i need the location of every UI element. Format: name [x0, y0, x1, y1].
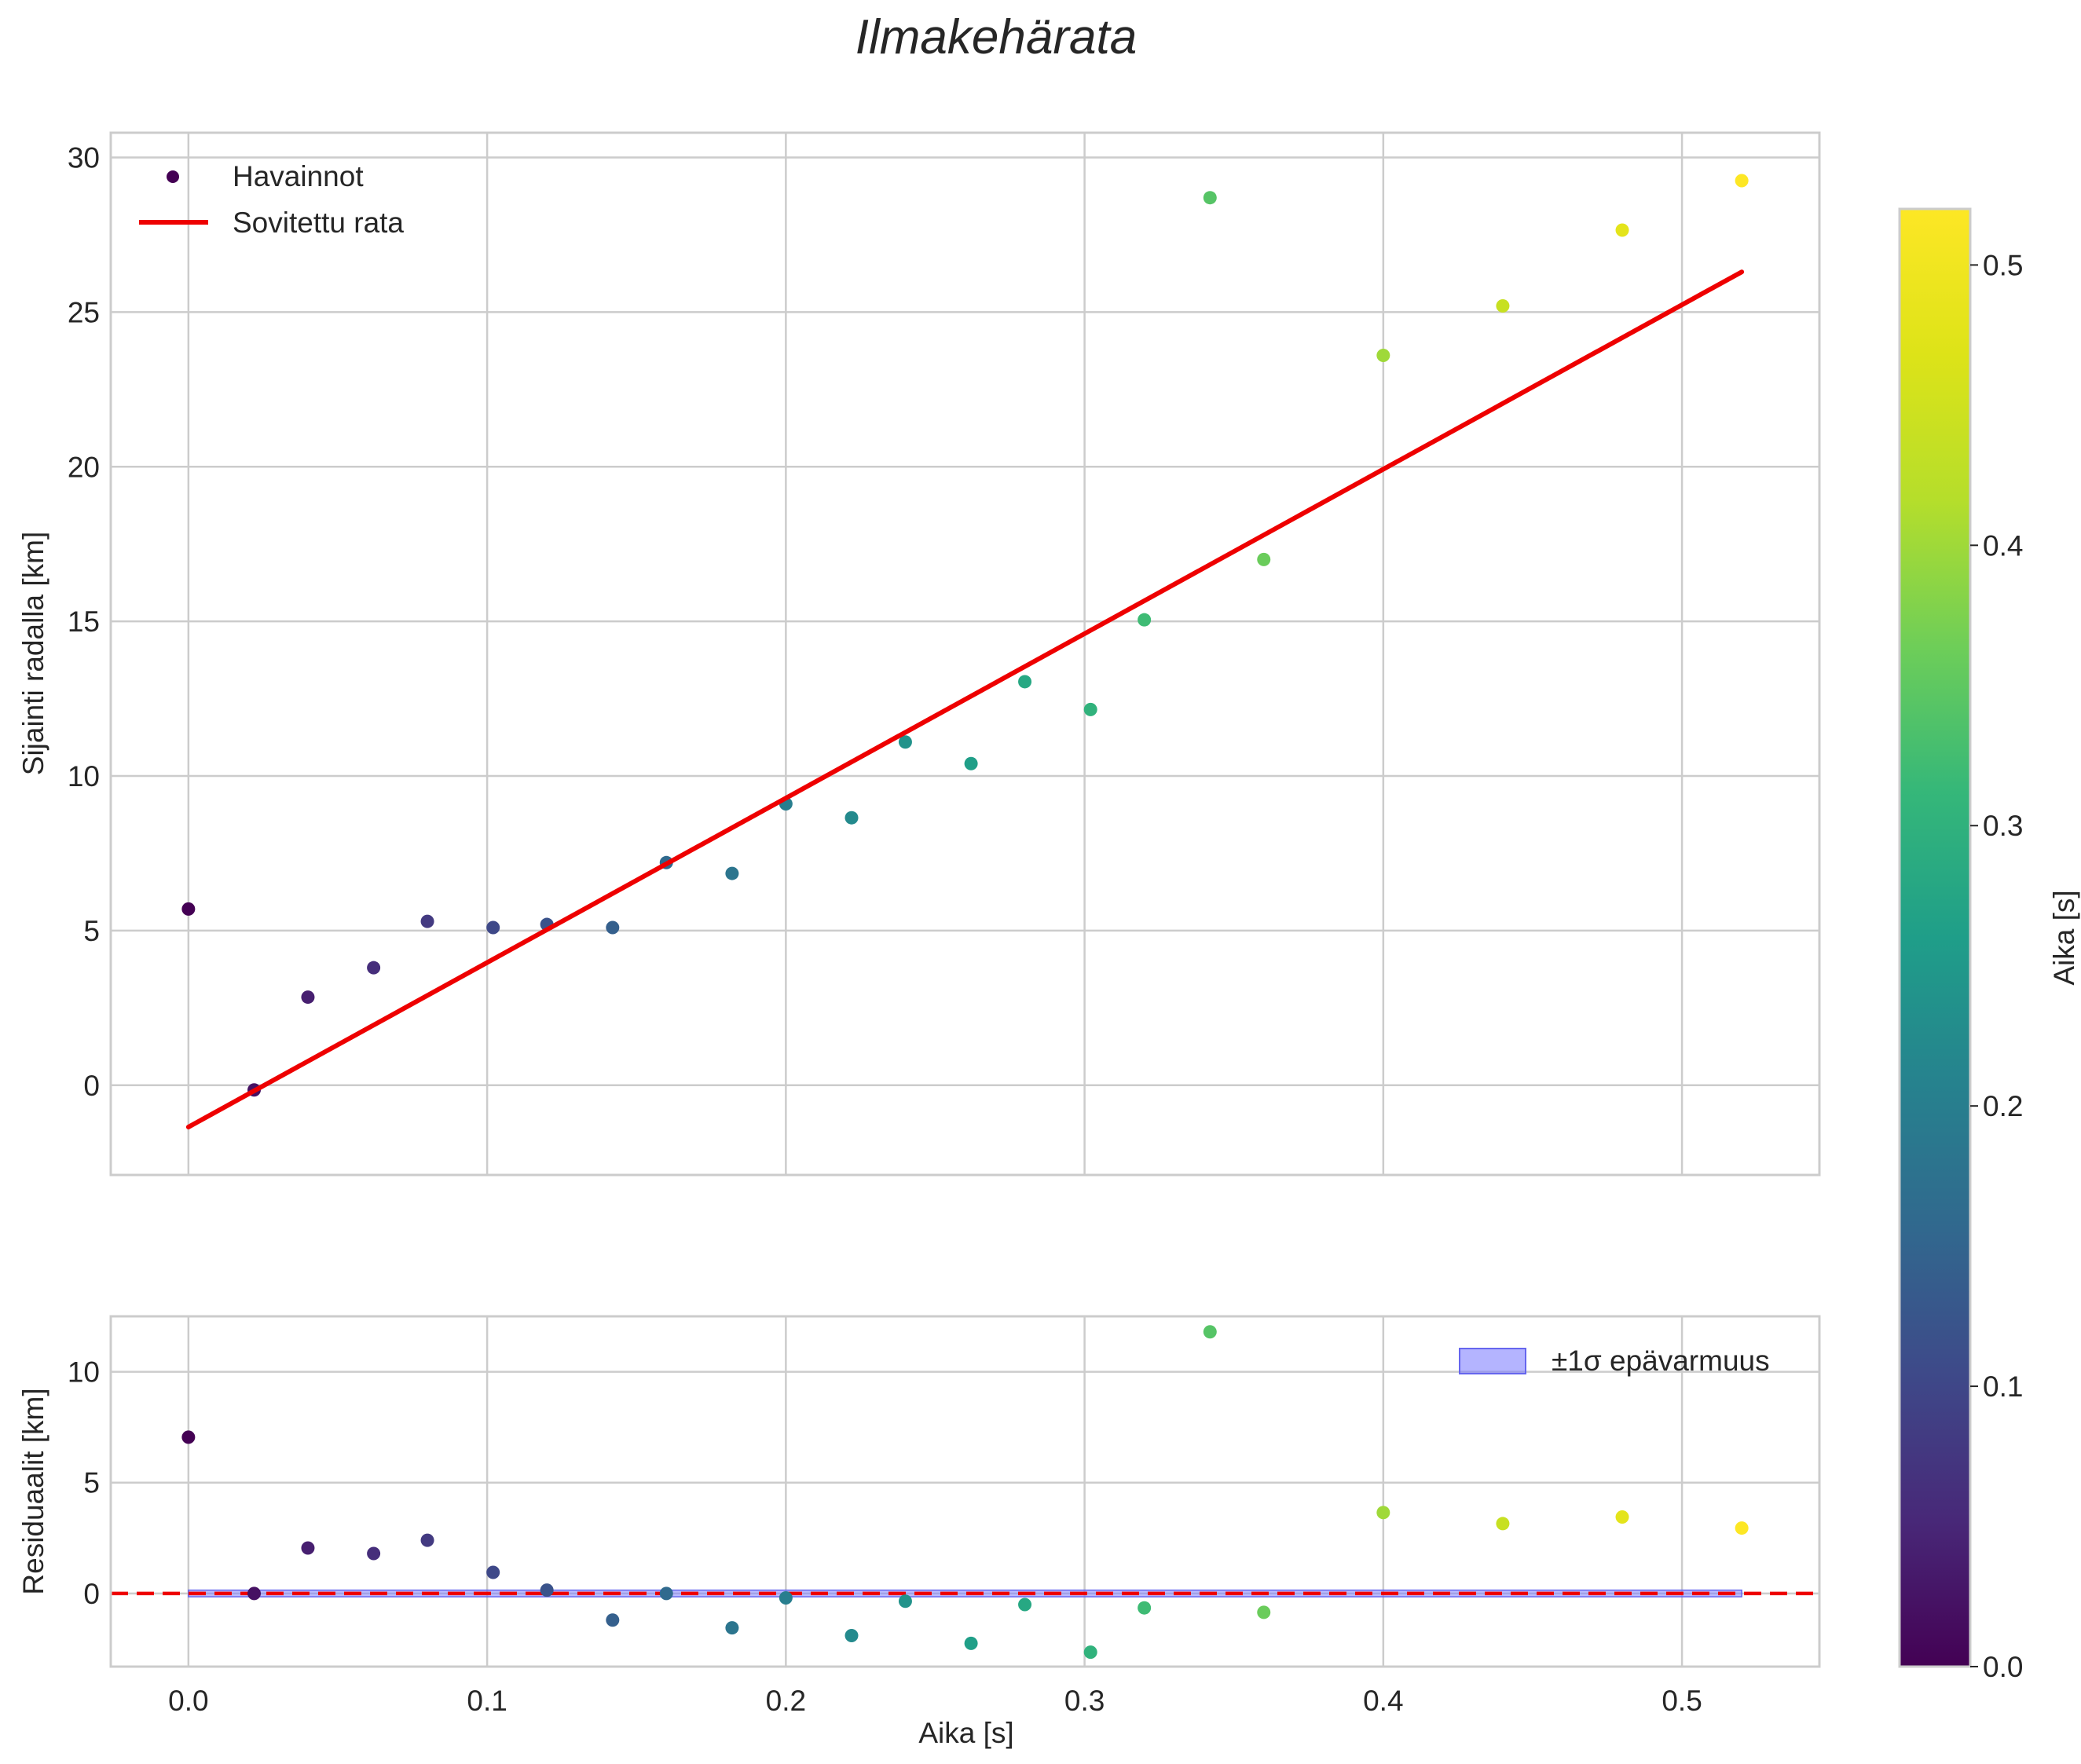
legend-marker-havainnot — [167, 170, 179, 183]
top-data-point — [1083, 702, 1097, 716]
bottom-data-point — [1496, 1517, 1510, 1531]
top-legend: Havainnot Sovitettu rata — [139, 160, 404, 239]
bottom-xtick-label: 0.0 — [168, 1685, 208, 1717]
bottom-data-point — [606, 1613, 620, 1627]
bottom-xtick-label: 0.5 — [1662, 1685, 1702, 1717]
top-data-point — [1203, 191, 1217, 205]
top-panel: 0 5 10 15 20 25 30 Sijainti radalla [km] Havai… — [17, 131, 1821, 1177]
top-data-point — [420, 914, 434, 928]
bottom-ytick-label: 5 — [83, 1467, 100, 1499]
top-data-point — [1496, 299, 1510, 313]
uncertainty-band — [188, 1589, 1742, 1597]
top-tick-labels: 0 5 10 15 20 25 30 — [68, 142, 100, 1102]
bottom-data-point — [367, 1546, 381, 1561]
colorbar-tick-label: 0.3 — [1983, 810, 2023, 842]
bottom-data-point — [725, 1621, 739, 1635]
legend-label-havainnot: Havainnot — [233, 160, 364, 192]
top-data-point — [301, 990, 315, 1005]
top-data-point — [1138, 613, 1152, 627]
bottom-panel: 0.0 0.1 0.2 0.3 0.4 0.50510 Residuaalit [km] … — [17, 1315, 1821, 1749]
bottom-data-point — [486, 1565, 500, 1579]
colorbar-ticks: 0.0 0.1 0.2 0.3 0.4 0.5 — [1970, 249, 2023, 1683]
top-data-point — [844, 811, 859, 825]
colorbar-gradient — [1898, 207, 1972, 1668]
bottom-data-point — [301, 1541, 315, 1555]
bottom-data-point — [247, 1587, 262, 1601]
top-data-point — [367, 961, 381, 975]
bottom-data-point — [420, 1533, 434, 1547]
bottom-ytick-label: 0 — [83, 1578, 100, 1610]
top-ytick-label: 15 — [68, 606, 100, 638]
top-data-point — [725, 866, 739, 880]
bottom-xlabel: Aika [s] — [918, 1717, 1013, 1749]
bottom-xtick-label: 0.4 — [1363, 1685, 1403, 1717]
top-axes-frame — [109, 131, 1821, 1177]
top-ytick-label: 25 — [68, 296, 100, 328]
top-data-point — [181, 902, 196, 916]
bottom-data-point — [1203, 1325, 1217, 1339]
bottom-data-point — [1735, 1521, 1749, 1535]
bottom-data-point — [844, 1628, 859, 1642]
top-ytick-label: 20 — [68, 451, 100, 483]
bottom-data-point — [1018, 1597, 1032, 1612]
figure: Ilmakehärata 0 5 10 15 20 25 30 Sijainti radal… — [17, 10, 2080, 1749]
fit-line — [185, 269, 1745, 1129]
bottom-data-point — [1083, 1645, 1097, 1660]
top-data-point — [486, 920, 500, 935]
top-ytick-label: 10 — [68, 760, 100, 792]
bottom-data-point — [779, 1590, 793, 1605]
top-data-point — [1615, 223, 1629, 237]
colorbar-tick-label: 0.0 — [1983, 1651, 2023, 1683]
top-data-point — [1376, 349, 1390, 363]
legend-marker-band — [1459, 1348, 1526, 1374]
top-data-point — [964, 756, 978, 770]
bottom-xtick-label: 0.3 — [1064, 1685, 1105, 1717]
top-data-point — [606, 920, 620, 935]
bottom-data-point — [964, 1636, 978, 1650]
bottom-data-point — [659, 1587, 673, 1601]
bottom-legend: ±1σ epävarmuus — [1459, 1345, 1770, 1377]
legend-label-fit: Sovitettu rata — [233, 207, 404, 239]
bottom-data-point — [1376, 1506, 1390, 1520]
chart-title: Ilmakehärata — [855, 10, 1137, 64]
colorbar-label: Aika [s] — [2048, 890, 2080, 985]
top-ytick-label: 5 — [83, 915, 100, 947]
top-data-point — [1735, 174, 1749, 188]
legend-label-band: ±1σ epävarmuus — [1552, 1345, 1770, 1377]
colorbar: 0.0 0.1 0.2 0.3 0.4 0.5 Aika [s] — [1898, 207, 2080, 1683]
colorbar-tick-label: 0.4 — [1983, 529, 2023, 562]
bottom-data-point — [1257, 1605, 1271, 1619]
bottom-data-point — [898, 1594, 912, 1608]
bottom-data-point — [540, 1583, 554, 1597]
top-ytick-label: 0 — [83, 1070, 100, 1102]
bottom-xtick-label: 0.1 — [467, 1685, 507, 1717]
bottom-data-point — [1615, 1510, 1629, 1524]
bottom-data-point — [1138, 1601, 1152, 1615]
colorbar-tick-label: 0.5 — [1983, 249, 2023, 281]
colorbar-tick-label: 0.1 — [1983, 1371, 2023, 1403]
top-ylabel: Sijainti radalla [km] — [17, 532, 49, 776]
top-ytick-label: 30 — [68, 142, 100, 174]
top-marks — [181, 174, 1749, 1129]
top-data-point — [1018, 675, 1032, 689]
bottom-ytick-label: 10 — [68, 1356, 100, 1389]
bottom-xtick-label: 0.2 — [766, 1685, 806, 1717]
top-grid — [111, 133, 1819, 1175]
top-data-point — [1257, 552, 1271, 566]
colorbar-tick-label: 0.2 — [1983, 1090, 2023, 1122]
bottom-tick-labels: 0.0 0.1 0.2 0.3 0.4 0.5 0 5 10 — [68, 1356, 1702, 1717]
bottom-data-point — [181, 1430, 196, 1444]
bottom-ylabel: Residuaalit [km] — [17, 1388, 49, 1594]
